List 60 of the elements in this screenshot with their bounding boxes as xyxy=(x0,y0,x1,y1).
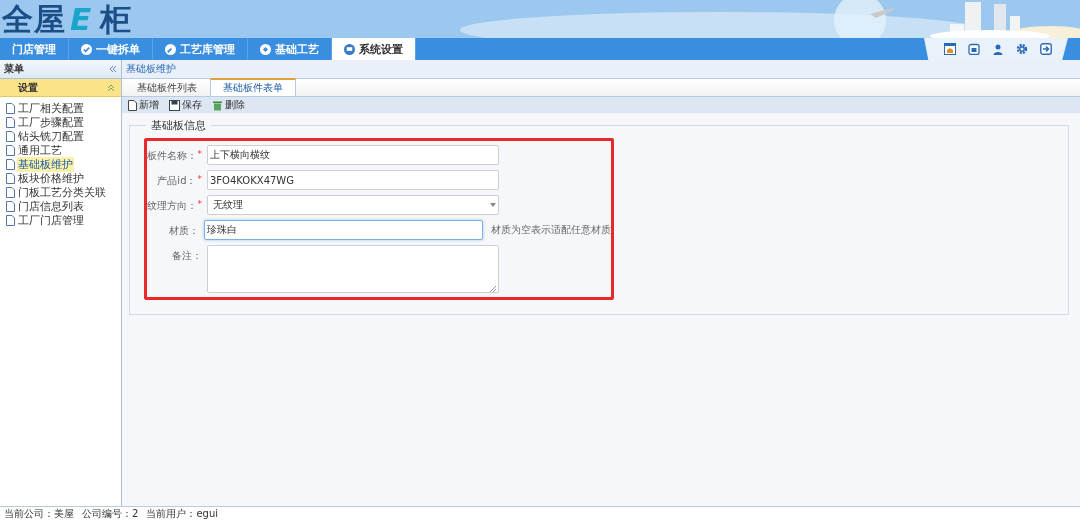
section-label: 设置 xyxy=(18,80,38,95)
document-icon xyxy=(6,158,15,170)
check-icon xyxy=(81,43,92,55)
dropdown-field[interactable]: 无纹理 xyxy=(207,195,499,215)
document-icon xyxy=(6,102,15,114)
sidebar-item[interactable]: 工厂门店管理 xyxy=(17,212,85,228)
field-hint: 材质为空表示适配任意材质 xyxy=(491,223,611,237)
user-icon[interactable] xyxy=(992,43,1004,55)
field-label: 产品id：* xyxy=(156,173,202,188)
sidebar-item[interactable]: 工厂相关配置 xyxy=(17,100,85,116)
collapse-icon[interactable] xyxy=(109,65,117,73)
calendar-icon[interactable] xyxy=(968,43,980,55)
trash-icon xyxy=(212,99,223,111)
status-text: 公司编号：2 xyxy=(82,507,139,520)
status-text: 当前用户：egui xyxy=(146,507,218,520)
sidebar-item[interactable]: 工厂步骤配置 xyxy=(17,114,85,130)
field-label: 板件名称：* xyxy=(147,148,202,163)
input-field[interactable]: 3FO4KOKX47WG xyxy=(207,170,499,190)
toolbar-button[interactable]: 删除 xyxy=(212,98,245,112)
input-field[interactable]: 珍珠白 xyxy=(204,220,483,240)
tab[interactable]: 基础板件列表 xyxy=(124,79,210,96)
document-icon xyxy=(6,130,15,142)
resize-grip-icon xyxy=(490,286,496,292)
document-icon xyxy=(6,116,15,128)
wrench-icon xyxy=(165,43,176,55)
sidebar-item[interactable]: 通用工艺 xyxy=(17,142,63,158)
nav-tab[interactable]: 系统设置 xyxy=(332,38,416,60)
settings-icon[interactable] xyxy=(1016,43,1028,55)
document-icon xyxy=(6,200,15,212)
breadcrumb: 基础板维护 xyxy=(126,62,176,76)
new-file-icon xyxy=(128,99,137,111)
toolbar-button[interactable]: 新增 xyxy=(128,98,159,112)
save-icon xyxy=(169,99,180,111)
document-icon xyxy=(6,186,15,198)
input-field[interactable]: 上下横向横纹 xyxy=(207,145,499,165)
monitor-icon xyxy=(344,43,355,55)
tag-icon xyxy=(260,43,271,55)
logo: 全屋E 柜 xyxy=(1,0,133,38)
tab[interactable]: 基础板件表单 xyxy=(210,78,296,96)
document-icon xyxy=(6,172,15,184)
sidebar-item[interactable]: 板块价格维护 xyxy=(17,170,85,186)
chevron-icon xyxy=(107,83,115,92)
toolbar-button[interactable]: 保存 xyxy=(169,98,202,112)
home-window-icon[interactable] xyxy=(944,43,956,55)
document-icon xyxy=(6,214,15,226)
sidebar-item[interactable]: 钻头铣刀配置 xyxy=(17,128,85,144)
document-icon xyxy=(6,144,15,156)
sidebar-item[interactable]: 门板工艺分类关联 xyxy=(17,184,107,200)
caret-icon xyxy=(490,203,496,207)
status-text: 当前公司：美屋 xyxy=(4,507,74,520)
form-legend: 基础板信息 xyxy=(146,118,211,133)
sidebar-section[interactable]: 设置 xyxy=(0,79,121,97)
logout-icon[interactable] xyxy=(1040,43,1052,55)
field-label: 材质： xyxy=(168,224,200,238)
notes-field[interactable] xyxy=(207,245,499,293)
sidebar-title: 菜单 xyxy=(4,62,24,76)
field-label: 备注： xyxy=(171,249,202,263)
sidebar-item[interactable]: 门店信息列表 xyxy=(17,198,85,214)
sidebar-item[interactable]: 基础板维护 xyxy=(17,156,74,172)
field-label: 纹理方向：* xyxy=(147,198,202,213)
